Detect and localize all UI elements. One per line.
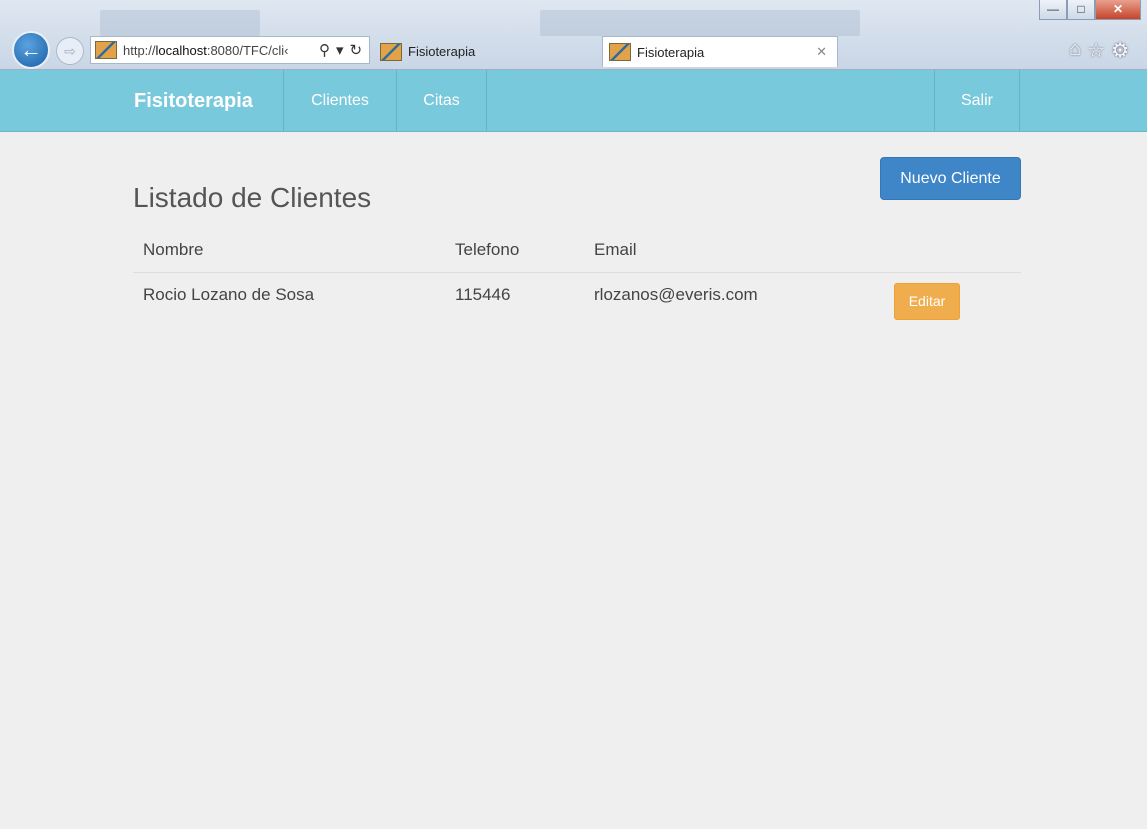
cell-nombre: Rocio Lozano de Sosa xyxy=(143,284,315,304)
tab-title: Fisioterapia xyxy=(637,44,705,60)
background-ghost xyxy=(540,10,860,36)
gear-icon[interactable]: ⚙ xyxy=(1111,38,1129,63)
column-header-email: Email xyxy=(584,228,884,273)
edit-button[interactable]: Editar xyxy=(894,282,960,320)
browser-chrome: ← ⇨ http://localhost:8080/TFC/cli‹ ⚲ ▾ ↻… xyxy=(0,0,1147,70)
close-tab-icon[interactable]: ✕ xyxy=(816,44,827,60)
star-icon[interactable]: ☆ xyxy=(1087,38,1105,63)
nav-item-citas[interactable]: Citas xyxy=(397,70,487,132)
clients-table: Nombre Telefono Email Rocio Lozano de So… xyxy=(133,228,1021,326)
window-controls: — □ ✕ xyxy=(1039,0,1141,20)
cell-actions: Editar xyxy=(884,272,1021,326)
navbar-spacer xyxy=(487,70,935,132)
maximize-icon[interactable]: □ xyxy=(1067,0,1095,20)
address-bar[interactable]: http://localhost:8080/TFC/cli‹ ⚲ ▾ ↻ xyxy=(90,36,370,64)
navbar-brand[interactable]: Fisitoterapia xyxy=(114,70,284,132)
site-favicon-icon xyxy=(95,41,117,59)
minimize-icon[interactable]: — xyxy=(1039,0,1067,20)
browser-tools: ⌂ ☆ ⚙ xyxy=(1069,38,1129,63)
browser-tab-inactive[interactable]: Fisioterapia xyxy=(374,36,596,67)
refresh-icon[interactable]: ↻ xyxy=(350,41,363,59)
tab-favicon-icon xyxy=(609,43,631,61)
tab-title: Fisioterapia xyxy=(408,44,476,59)
column-header-nombre: Nombre xyxy=(133,228,445,273)
close-window-icon[interactable]: ✕ xyxy=(1095,0,1141,20)
app-navbar: Fisitoterapia Clientes Citas Salir xyxy=(0,70,1147,132)
address-url[interactable]: http://localhost:8080/TFC/cli‹ xyxy=(123,43,313,58)
navbar-container: Fisitoterapia Clientes Citas Salir xyxy=(114,70,1020,132)
dropdown-icon[interactable]: ▾ xyxy=(336,41,344,59)
table-header-row: Nombre Telefono Email xyxy=(133,228,1021,273)
column-header-actions xyxy=(884,228,1021,273)
column-header-telefono: Telefono xyxy=(445,228,584,273)
cell-email: rlozanos@everis.com xyxy=(594,284,758,304)
tab-favicon-icon xyxy=(380,42,402,61)
nav-item-clientes[interactable]: Clientes xyxy=(284,70,397,132)
cell-telefono: 115446 xyxy=(455,284,511,304)
page-title: Listado de Clientes xyxy=(133,182,372,213)
table-row: Rocio Lozano de Sosa 115446 rlozanos@eve… xyxy=(133,272,1021,326)
home-icon[interactable]: ⌂ xyxy=(1069,38,1081,63)
browser-tab-active[interactable]: Fisioterapia ✕ xyxy=(602,36,838,67)
forward-arrow-icon[interactable]: ⇨ xyxy=(56,37,84,65)
back-arrow-icon[interactable]: ← xyxy=(12,31,50,69)
new-client-button[interactable]: Nuevo Cliente xyxy=(880,157,1021,200)
search-icon[interactable]: ⚲ xyxy=(319,41,330,59)
background-ghost xyxy=(100,10,260,36)
nav-item-salir[interactable]: Salir xyxy=(935,70,1020,132)
